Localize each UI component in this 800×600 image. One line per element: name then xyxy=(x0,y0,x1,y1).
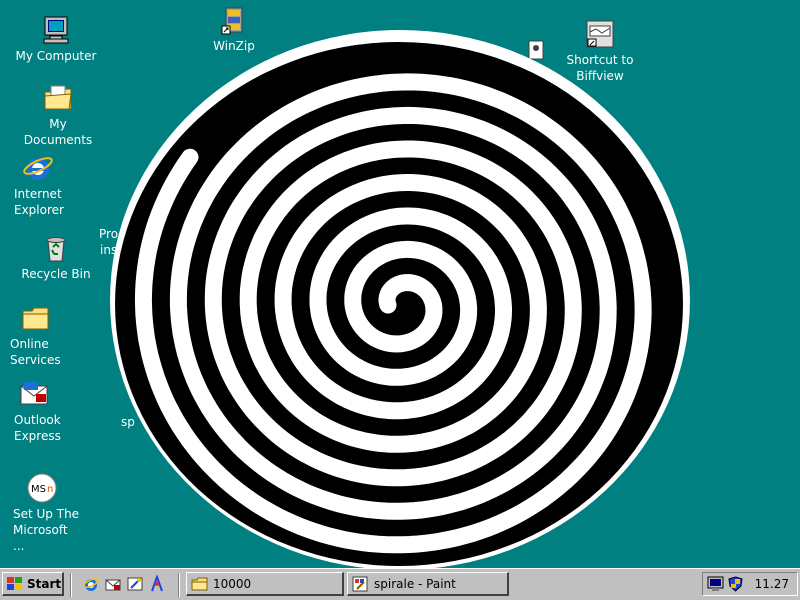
outlook-icon xyxy=(20,382,48,405)
taskbar-separator-2 xyxy=(178,573,180,597)
desktop-icon-online-services[interactable]: Online Services xyxy=(0,302,80,368)
online-services-label: Online Services xyxy=(10,337,61,367)
setup-msn-label: Set Up The Microsoft ... xyxy=(13,507,80,553)
task-label-paint: spirale - Paint xyxy=(374,576,456,591)
task-button-folder[interactable]: 10000 xyxy=(186,572,344,596)
folder-icon xyxy=(22,307,49,330)
desktop-icon-my-computer[interactable]: My Computer xyxy=(14,14,98,64)
desktop-icon-outlook-express[interactable]: Outlook Express xyxy=(0,378,80,444)
outlook-express-label: Outlook Express xyxy=(14,413,61,443)
taskbar-separator xyxy=(70,573,72,597)
shield-icon[interactable] xyxy=(727,576,744,592)
internet-explorer-label: Internet Explorer xyxy=(14,187,64,217)
show-desktop-quicklaunch-icon[interactable] xyxy=(126,575,144,593)
monitor-icon[interactable] xyxy=(707,576,724,592)
desktop-icon-setup-msn[interactable]: MS n Set Up The Microsoft ... xyxy=(0,472,80,554)
task-label-folder: 10000 xyxy=(213,576,252,591)
folder-icon xyxy=(191,577,208,590)
svg-text:n: n xyxy=(47,484,53,495)
ie-quicklaunch-icon[interactable] xyxy=(82,575,100,593)
ie-icon xyxy=(23,157,53,180)
channels-quicklaunch-icon[interactable] xyxy=(148,575,166,593)
my-computer-label: My Computer xyxy=(15,49,97,63)
outlook-quicklaunch-icon[interactable] xyxy=(104,575,122,593)
task-button-paint[interactable]: spirale - Paint xyxy=(347,572,509,596)
recycle-bin-icon xyxy=(46,237,66,262)
desktop-icon-internet-explorer[interactable]: Internet Explorer xyxy=(0,152,80,218)
desktop-icon-recycle-bin[interactable]: Recycle Bin xyxy=(14,232,98,282)
paint-icon xyxy=(352,576,368,591)
taskbar-clock: 11.27 xyxy=(754,577,789,591)
msn-icon: MS n xyxy=(27,473,57,503)
my-documents-label: My Documents xyxy=(23,117,93,147)
desktop-icon-my-documents[interactable]: My Documents xyxy=(16,82,100,148)
taskbar: Start 10000 spirale - Paint 11.27 xyxy=(0,568,800,600)
documents-folder-icon xyxy=(44,85,72,110)
svg-text:MS: MS xyxy=(31,484,46,495)
start-label: Start xyxy=(27,576,62,591)
system-tray: 11.27 xyxy=(702,572,798,596)
desktop: My Computer My Documents Internet Explor… xyxy=(0,0,800,570)
recycle-bin-label: Recycle Bin xyxy=(21,267,91,281)
spiral-image xyxy=(110,30,690,570)
windows-logo-icon xyxy=(7,576,22,590)
start-button[interactable]: Start xyxy=(2,572,64,596)
computer-icon xyxy=(43,16,69,44)
